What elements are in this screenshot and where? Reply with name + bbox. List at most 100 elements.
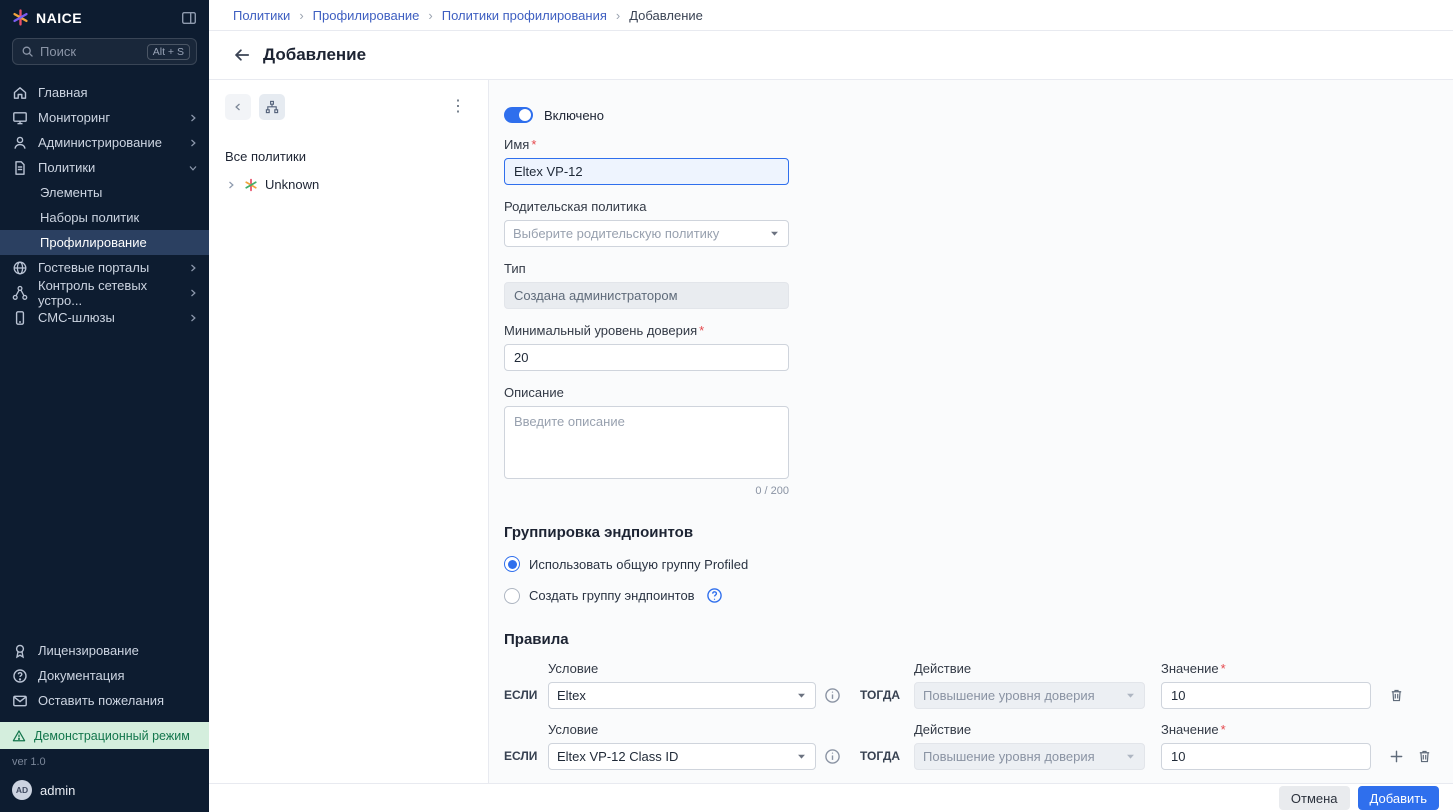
value-input-1[interactable]: [1161, 682, 1371, 709]
parent-policy-select[interactable]: Выберите родительскую политику: [504, 220, 789, 247]
sidebar-item-policy-sets[interactable]: Наборы политик: [0, 205, 209, 230]
value-input-2[interactable]: [1161, 743, 1371, 770]
breadcrumb-current: Добавление: [607, 8, 703, 23]
main: Политики Профилирование Политики профили…: [209, 0, 1453, 812]
portals-icon: [12, 260, 28, 276]
rules-heading: Правила: [504, 631, 1437, 648]
sidebar-item-administration[interactable]: Администрирование: [0, 130, 209, 155]
more-options-icon[interactable]: ⋮: [444, 97, 472, 117]
monitor-icon: [12, 110, 28, 126]
network-icon: [12, 285, 28, 301]
then-label: ТОГДА: [860, 688, 896, 702]
user-name: admin: [40, 783, 75, 798]
license-icon: [12, 643, 28, 659]
chevron-right-icon: [187, 112, 199, 124]
chevron-right-icon[interactable]: [225, 179, 237, 191]
sidebar-item-elements[interactable]: Элементы: [0, 180, 209, 205]
search-shortcut: Alt + S: [147, 44, 190, 60]
if-label: ЕСЛИ: [504, 688, 548, 702]
back-button[interactable]: [233, 46, 251, 64]
tree-view-button[interactable]: [259, 94, 285, 120]
type-input: [504, 282, 789, 309]
sidebar-item-label: Политики: [38, 160, 95, 175]
action-header: Действие: [914, 661, 1145, 676]
dropdown-arrow-icon: [796, 751, 807, 762]
condition-select-1[interactable]: Eltex: [548, 682, 816, 709]
collapse-tree-button[interactable]: [225, 94, 251, 120]
radio-use-profiled-group[interactable]: Использовать общую группу Profiled: [504, 556, 1437, 572]
name-field: Имя*: [504, 137, 789, 185]
help-icon[interactable]: [706, 587, 723, 604]
submit-button[interactable]: Добавить: [1358, 786, 1439, 810]
delete-rule-icon[interactable]: [1389, 688, 1404, 703]
sidebar-item-sms-gateways[interactable]: СМС-шлюзы: [0, 305, 209, 330]
breadcrumb-profiling-policies[interactable]: Политики профилирования: [419, 8, 607, 23]
search-input[interactable]: Поиск Alt + S: [12, 38, 197, 65]
radio-create-endpoint-group[interactable]: Создать группу эндпоинтов: [504, 587, 1437, 604]
breadcrumb-profiling[interactable]: Профилирование: [290, 8, 419, 23]
sidebar-item-network-control[interactable]: Контроль сетевых устро...: [0, 280, 209, 305]
dropdown-arrow-icon: [796, 690, 807, 701]
action-header: Действие: [914, 722, 1145, 737]
cancel-button[interactable]: Отмена: [1279, 786, 1350, 810]
sidebar-item-policies[interactable]: Политики: [0, 155, 209, 180]
tree-heading: Все политики: [225, 149, 472, 164]
user-menu[interactable]: AD admin: [0, 772, 209, 812]
action-select-2: Повышение уровня доверия: [914, 743, 1145, 770]
description-textarea[interactable]: [504, 406, 789, 479]
sidebar: NAICE Поиск Alt + S Главная: [0, 0, 209, 812]
sidebar-item-feedback[interactable]: Оставить пожелания: [0, 688, 209, 713]
search-icon: [21, 45, 34, 58]
sidebar-item-licensing[interactable]: Лицензирование: [0, 638, 209, 663]
radio-selected-icon[interactable]: [504, 556, 520, 572]
avatar: AD: [12, 780, 32, 800]
enabled-toggle[interactable]: [504, 107, 533, 123]
condition-select-2[interactable]: Eltex VP-12 Class ID: [548, 743, 816, 770]
trust-level-input[interactable]: [504, 344, 789, 371]
description-field: Описание 0 / 200: [504, 385, 789, 497]
action-value: Повышение уровня доверия: [923, 749, 1125, 764]
action-column: Действие Повышение уровня доверия: [914, 722, 1145, 770]
radio-label: Создать группу эндпоинтов: [529, 588, 695, 603]
value-column: Значение*: [1161, 661, 1371, 709]
search-placeholder: Поиск: [40, 44, 141, 59]
info-icon[interactable]: [824, 687, 841, 704]
condition-value: Eltex VP-12 Class ID: [557, 749, 796, 764]
sidebar-item-profiling[interactable]: Профилирование: [0, 230, 209, 255]
demo-mode-badge: Демонстрационный режим: [0, 722, 209, 749]
type-field: Тип: [504, 261, 789, 309]
delete-rule-icon[interactable]: [1417, 749, 1432, 764]
breadcrumb-policies[interactable]: Политики: [233, 8, 290, 23]
policies-icon: [12, 160, 28, 176]
char-counter: 0 / 200: [504, 485, 789, 497]
sidebar-item-label: Гостевые порталы: [38, 260, 149, 275]
enabled-toggle-row: Включено: [504, 107, 1437, 123]
radio-label: Использовать общую группу Profiled: [529, 557, 748, 572]
page-title: Добавление: [263, 45, 366, 65]
dropdown-arrow-icon: [769, 228, 780, 239]
radio-unselected-icon[interactable]: [504, 588, 520, 604]
if-label: ЕСЛИ: [504, 749, 548, 763]
enabled-label: Включено: [544, 108, 604, 123]
feedback-icon: [12, 693, 28, 709]
condition-header: Условие: [548, 722, 841, 737]
info-icon[interactable]: [824, 748, 841, 765]
sidebar-item-guest-portals[interactable]: Гостевые порталы: [0, 255, 209, 280]
breadcrumb: Политики Профилирование Политики профили…: [209, 0, 1453, 31]
tree-node-unknown[interactable]: Unknown: [225, 177, 472, 192]
sidebar-item-monitoring[interactable]: Мониторинг: [0, 105, 209, 130]
sidebar-item-home[interactable]: Главная: [0, 80, 209, 105]
add-rule-icon[interactable]: [1389, 749, 1404, 764]
sidebar-collapse-icon[interactable]: [181, 10, 197, 26]
admin-icon: [12, 135, 28, 151]
form-panel: Включено Имя* Родительская политика Выбе…: [489, 80, 1453, 783]
version-label: ver 1.0: [0, 749, 209, 772]
sidebar-item-label: СМС-шлюзы: [38, 310, 115, 325]
page-header: Добавление: [209, 31, 1453, 80]
sidebar-item-documentation[interactable]: Документация: [0, 663, 209, 688]
value-column: Значение*: [1161, 722, 1371, 770]
value-header: Значение: [1161, 661, 1219, 676]
name-input[interactable]: [504, 158, 789, 185]
dropdown-arrow-icon: [1125, 690, 1136, 701]
sidebar-item-label: Документация: [38, 668, 125, 683]
